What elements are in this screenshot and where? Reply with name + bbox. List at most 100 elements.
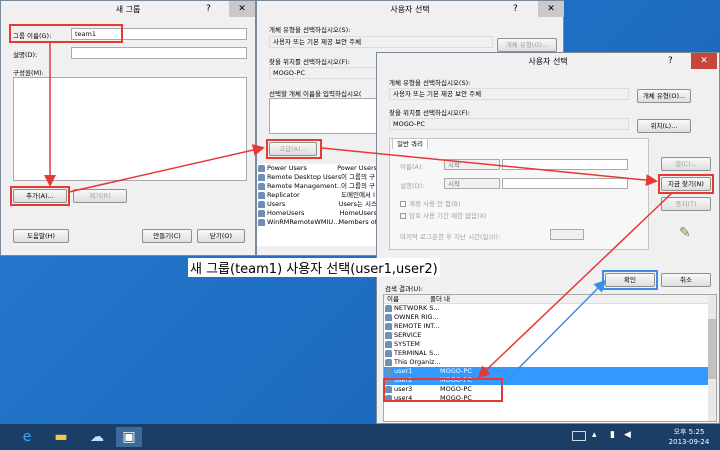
- close-dialog-button[interactable]: 닫기(O): [197, 229, 245, 243]
- close-button[interactable]: ✕: [691, 53, 717, 69]
- row-name: user1: [394, 367, 413, 375]
- name-label: 이름(A):: [400, 163, 424, 171]
- location-label: 찾을 위치를 선택하십시오(F):: [389, 109, 470, 117]
- group-icon: [258, 165, 265, 172]
- help-icon[interactable]: ?: [668, 53, 673, 69]
- table-row[interactable]: user1 MOGO-PC: [384, 367, 716, 376]
- row-name: TERMINAL S...: [394, 349, 440, 357]
- cancel-button[interactable]: 취소: [661, 273, 711, 287]
- stop-button[interactable]: 중지(T): [661, 197, 711, 211]
- list-item[interactable]: WinRMRemoteWMIU... Members of: [257, 218, 377, 227]
- table-row[interactable]: TERMINAL S...: [384, 349, 716, 358]
- tray-arrow-icon[interactable]: ▴: [592, 430, 597, 440]
- list-item[interactable]: Replicator 도메인에서 I: [257, 191, 377, 200]
- location-button[interactable]: 위치(L)...: [637, 119, 691, 133]
- members-label: 구성원(M):: [13, 69, 44, 77]
- column-name-header[interactable]: 이름: [384, 295, 430, 303]
- select-users-window: 사용자 선택 ? ✕ 개체 유형을 선택하십시오(S): 사용자 또는 기본 제…: [376, 52, 720, 424]
- keyboard-icon[interactable]: [572, 431, 586, 441]
- row-name: REMOTE INT...: [394, 322, 440, 330]
- item-description: 도메인에서 I: [341, 191, 375, 199]
- row-name: SERVICE: [394, 331, 422, 339]
- help-icon[interactable]: ?: [513, 1, 518, 17]
- file-explorer-icon[interactable]: ▬: [48, 427, 74, 447]
- user-icon: [385, 305, 392, 312]
- disabled-accounts-label: 계정 사용 안 함(B): [409, 200, 461, 208]
- disabled-accounts-checkbox[interactable]: 계정 사용 안 함(B): [400, 198, 461, 208]
- list-item[interactable]: Users Users는 시스: [257, 200, 377, 209]
- item-description: 이 그룹의 구: [341, 173, 376, 181]
- clock-date: 2013-09-24: [668, 438, 710, 446]
- name-query-input[interactable]: [502, 159, 628, 170]
- remove-button[interactable]: 제거(R): [73, 189, 127, 203]
- ok-highlight: [602, 270, 658, 290]
- help-icon[interactable]: ?: [206, 1, 211, 17]
- object-type-button[interactable]: 개체 유형(O)...: [497, 38, 557, 52]
- location-label: 찾을 위치를 선택하십시오(F):: [269, 58, 350, 66]
- list-item[interactable]: Power Users Power Users: [257, 164, 377, 173]
- group-icon: [258, 192, 265, 199]
- clock-time: 오후 5:25: [673, 428, 705, 436]
- user-icon: [385, 323, 392, 330]
- location-value: MOGO-PC: [389, 118, 629, 130]
- volume-icon[interactable]: ◀: [624, 430, 631, 440]
- cloud-icon[interactable]: ☁: [84, 427, 110, 447]
- non-expiring-checkbox[interactable]: 암호 사용 기간 제한 없음(X): [400, 210, 487, 220]
- item-description: 이 그룹의 구: [341, 182, 376, 190]
- new-group-window: 새 그룹 ? ✕ 그룹 이름(G): team1 설명(D): 구성원(M): …: [0, 0, 256, 256]
- object-names-input[interactable]: [269, 98, 384, 134]
- column-folder-header[interactable]: 폴더 내: [430, 295, 450, 303]
- help-button[interactable]: 도움말(H): [13, 229, 69, 243]
- item-description: Members of: [338, 218, 377, 226]
- close-button[interactable]: ✕: [229, 1, 255, 17]
- close-button[interactable]: ✕: [538, 1, 564, 17]
- search-flashlight-icon: ✎: [679, 225, 691, 241]
- members-list[interactable]: [13, 77, 247, 181]
- table-row[interactable]: This Organiz...: [384, 358, 716, 367]
- name-mode-select[interactable]: 시작: [444, 159, 500, 170]
- results-header: 이름 폴더 내: [384, 295, 716, 304]
- last-logon-select[interactable]: [550, 229, 584, 240]
- list-item[interactable]: HomeUsers HomeUsers: [257, 209, 377, 218]
- columns-button[interactable]: 열(C)...: [661, 157, 711, 171]
- table-row[interactable]: SERVICE: [384, 331, 716, 340]
- group-icon: [258, 210, 265, 217]
- description-input[interactable]: [71, 47, 247, 59]
- row-folder: MOGO-PC: [440, 367, 472, 375]
- item-name: HomeUsers: [267, 209, 305, 217]
- item-name: Power Users: [267, 164, 307, 172]
- user-icon: [385, 341, 392, 348]
- list-item[interactable]: Remote Desktop Users 이 그룹의 구: [257, 173, 377, 182]
- table-row[interactable]: SYSTEM: [384, 340, 716, 349]
- desc-query-input[interactable]: [502, 178, 628, 189]
- group-name-highlight: [9, 24, 123, 43]
- user-icon: [385, 314, 392, 321]
- clock[interactable]: 오후 5:25 2013-09-24: [664, 427, 714, 447]
- object-type-button[interactable]: 개체 유형(O)...: [637, 89, 691, 103]
- network-icon[interactable]: ▮: [610, 430, 615, 440]
- search-results-list[interactable]: 이름 폴더 내 NETWORK S... OWNER RIG... REMOTE I…: [383, 294, 717, 422]
- tab-general-query[interactable]: 일반 쿼리: [392, 138, 428, 149]
- table-row[interactable]: REMOTE INT...: [384, 322, 716, 331]
- non-expiring-label: 암호 사용 기간 제한 없음(X): [409, 212, 487, 220]
- last-logon-label: 마지막 로그온한 후 지난 시간(일)(I):: [400, 233, 501, 241]
- user-icon: [385, 368, 392, 375]
- item-description: HomeUsers: [339, 209, 377, 217]
- desc-mode-select[interactable]: 시작: [444, 178, 500, 189]
- results-scrollbar[interactable]: [708, 295, 716, 421]
- ie-icon[interactable]: e: [14, 427, 40, 447]
- query-panel: 일반 쿼리 이름(A): 시작 설명(D): 시작 계정 사용 안 함(B) 암…: [389, 138, 649, 250]
- item-description: Power Users: [337, 164, 377, 172]
- create-button[interactable]: 만들기(C): [142, 229, 192, 243]
- description-label: 설명(D):: [13, 51, 38, 59]
- object-type-value: 사용자 또는 기본 제공 보안 주체: [269, 36, 493, 48]
- window-title: 새 그룹: [115, 5, 141, 14]
- item-name: Remote Desktop Users: [267, 173, 341, 181]
- table-row[interactable]: OWNER RIG...: [384, 313, 716, 322]
- taskbar: e ▬ ☁ ▣ ▴ ▮ ◀ 오후 5:25 2013-09-24: [0, 424, 720, 450]
- table-row[interactable]: NETWORK S...: [384, 304, 716, 313]
- computer-management-icon[interactable]: ▣: [116, 427, 142, 447]
- row-name: SYSTEM: [394, 340, 420, 348]
- list-item[interactable]: Remote Management... 이 그룹의 구: [257, 182, 377, 191]
- object-type-label: 개체 유형을 선택하십시오(S):: [269, 26, 351, 34]
